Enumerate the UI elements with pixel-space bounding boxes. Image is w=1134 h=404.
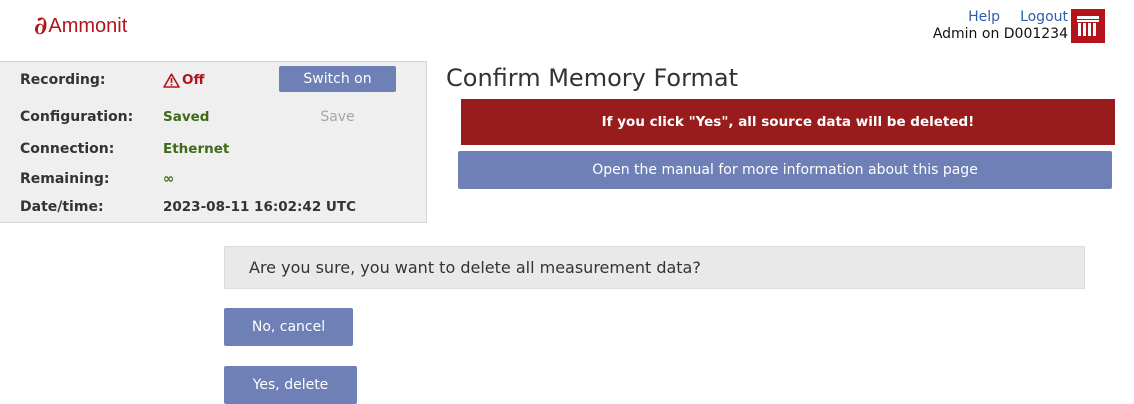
logout-link[interactable]: Logout	[1020, 9, 1068, 25]
recording-value: Off	[182, 72, 205, 88]
datetime-label: Date/time:	[20, 199, 104, 215]
app-menu-button[interactable]	[1071, 9, 1105, 43]
remaining-value: ∞	[163, 171, 175, 187]
recording-label: Recording:	[20, 72, 106, 88]
delete-warning-text: If you click "Yes", all source data will…	[601, 114, 975, 130]
logo-mark-icon: ∂	[34, 11, 48, 40]
open-manual-button[interactable]: Open the manual for more information abo…	[458, 151, 1112, 189]
connection-label: Connection:	[20, 141, 115, 157]
configuration-value: Saved	[163, 109, 210, 125]
help-link[interactable]: Help	[968, 9, 1000, 25]
cancel-button[interactable]: No, cancel	[224, 308, 353, 346]
remaining-label: Remaining:	[20, 171, 110, 187]
warning-icon	[163, 72, 180, 88]
confirm-delete-button[interactable]: Yes, delete	[224, 366, 357, 404]
confirm-question: Are you sure, you want to delete all mea…	[224, 246, 1085, 289]
ammonit-logo[interactable]: ∂ Ammonit	[34, 13, 127, 39]
recording-status: Off	[163, 70, 204, 90]
delete-warning-banner: If you click "Yes", all source data will…	[461, 99, 1115, 145]
switch-on-button[interactable]: Switch on	[279, 66, 396, 92]
header-links: Help Logout Admin on D001234	[933, 9, 1068, 43]
connection-value: Ethernet	[163, 141, 230, 157]
datetime-value: 2023-08-11 16:02:42 UTC	[163, 199, 356, 215]
save-button[interactable]: Save	[279, 104, 396, 130]
logo-text: Ammonit	[48, 15, 128, 37]
user-info: Admin on D001234	[932, 26, 1068, 42]
top-bar: ∂ Ammonit Help Logout Admin on D001234	[0, 0, 1134, 60]
configuration-label: Configuration:	[20, 109, 134, 125]
app-menu-icon	[1077, 16, 1099, 36]
page-title: Confirm Memory Format	[446, 64, 739, 92]
